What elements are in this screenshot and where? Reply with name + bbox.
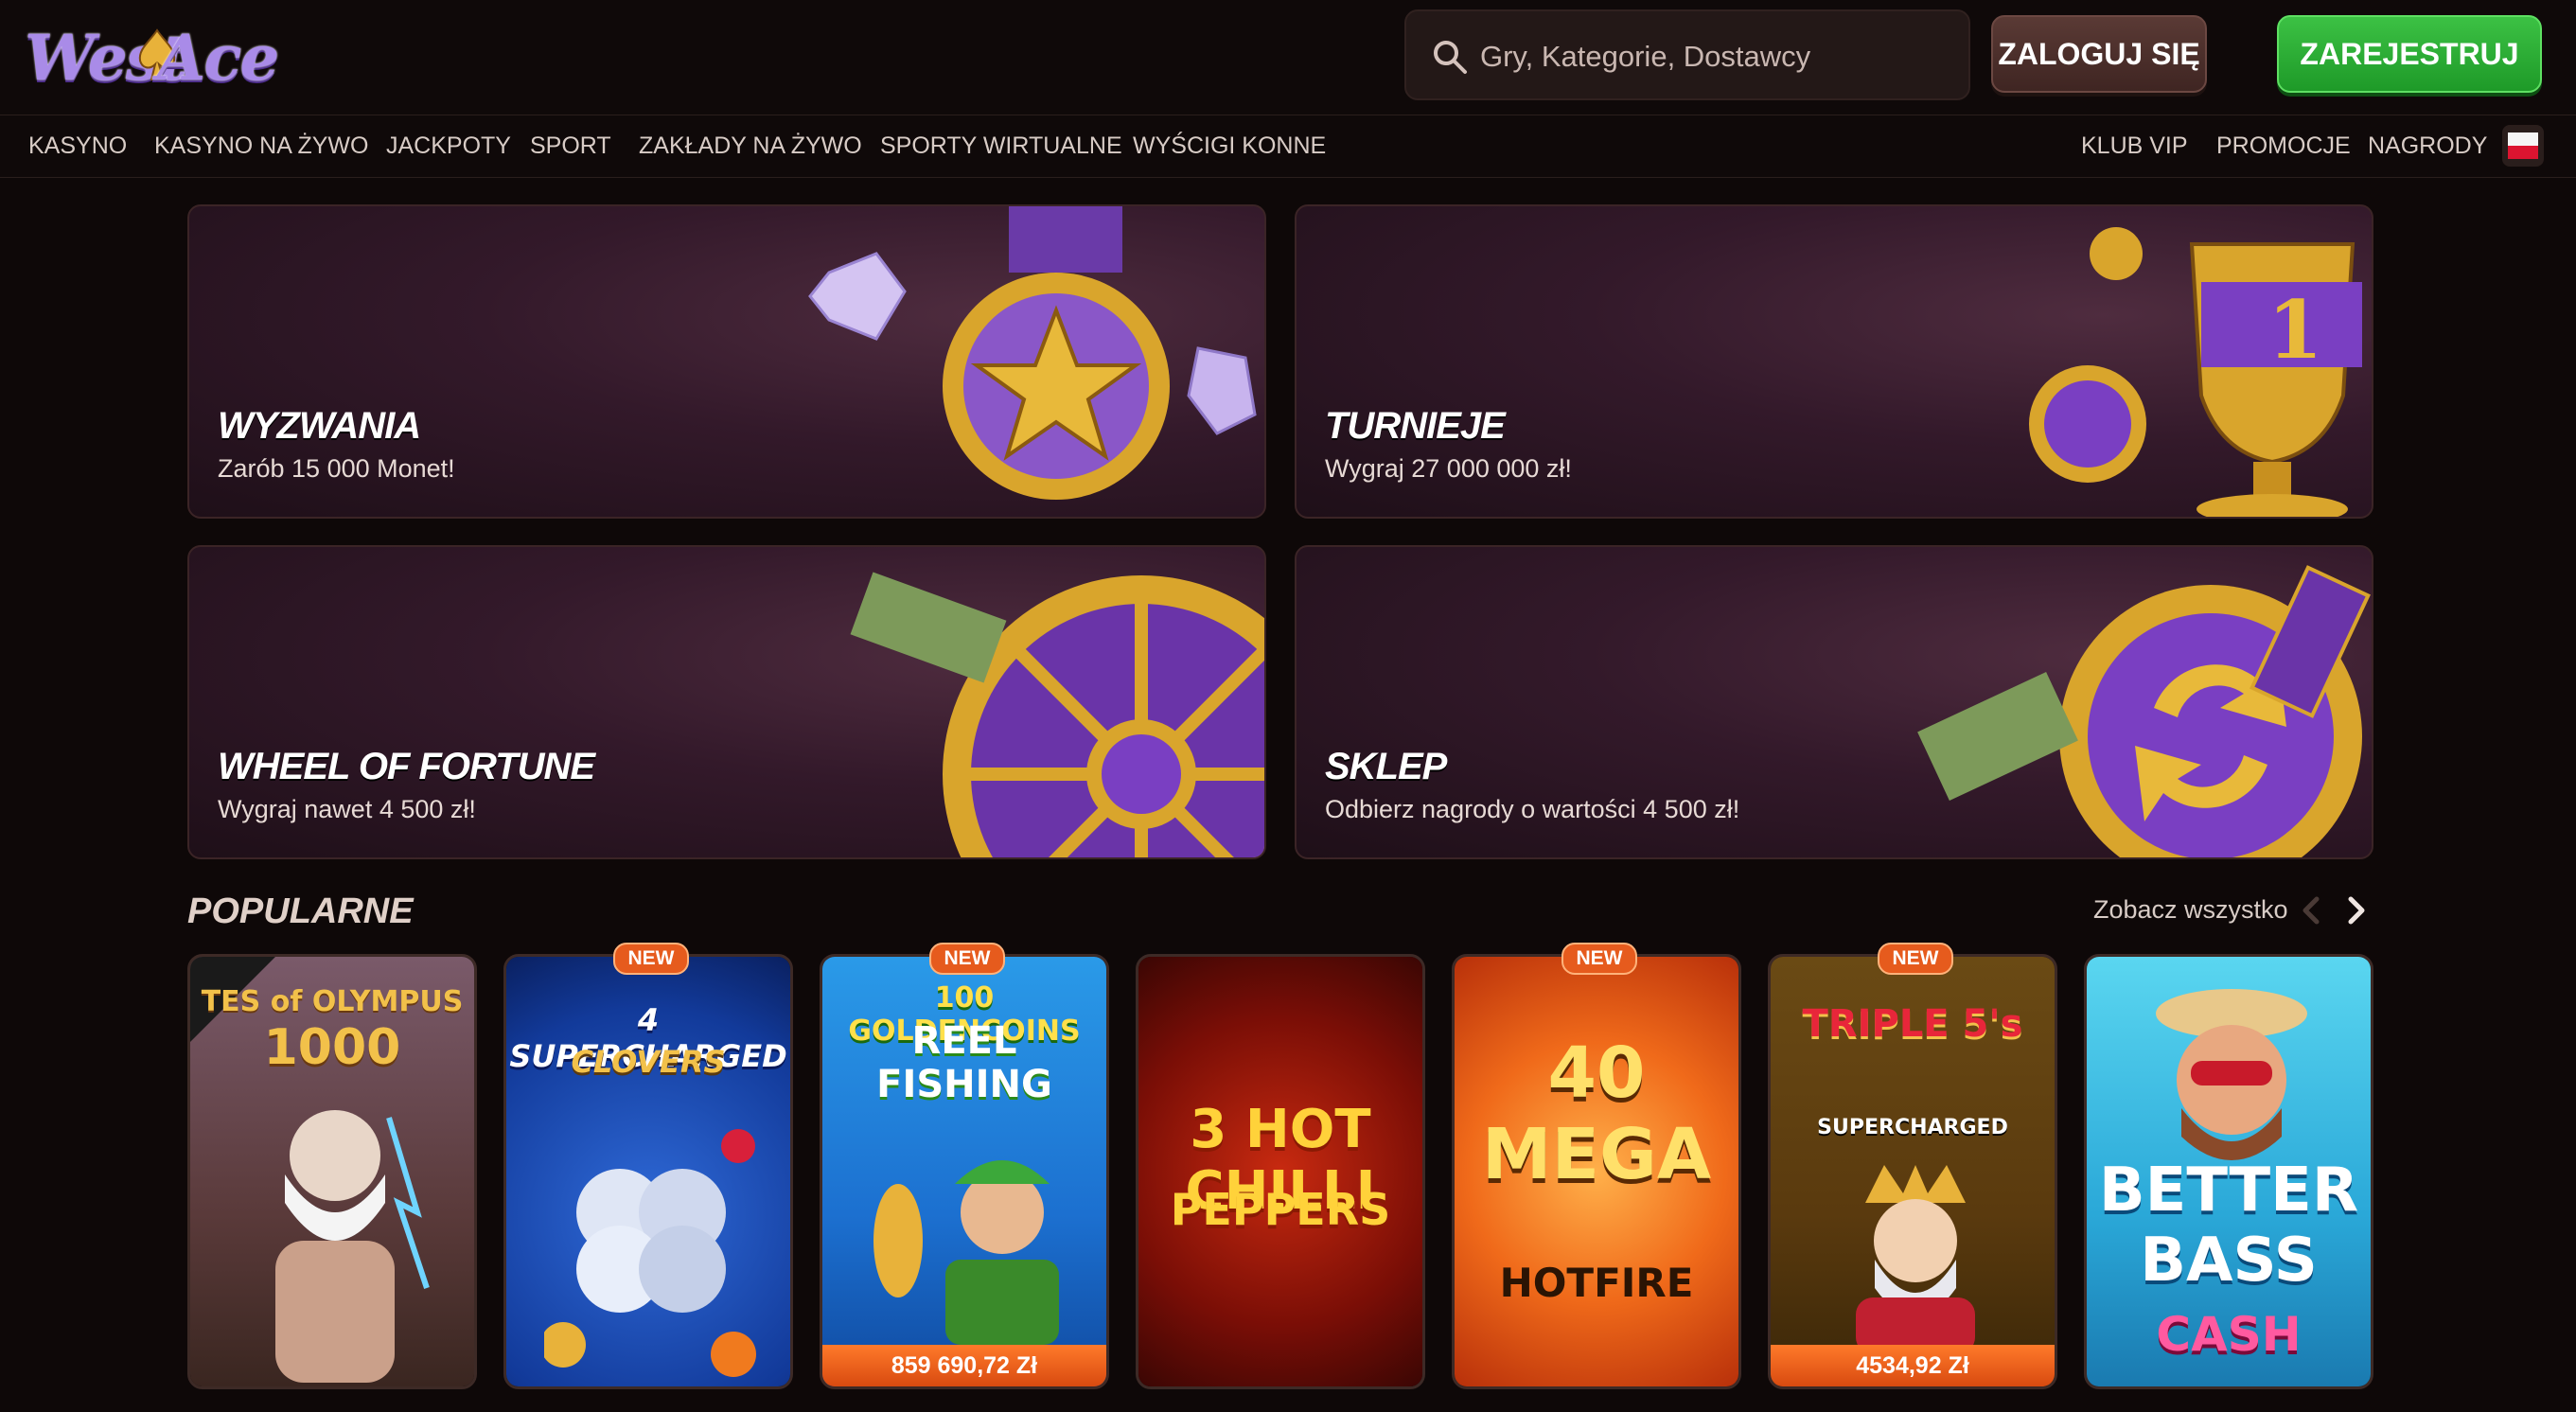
promo-title: WHEEL OF FORTUNE xyxy=(218,746,595,787)
promo-card-wyzwania[interactable]: WYZWANIA Zarób 15 000 Monet! xyxy=(187,204,1266,519)
game-tile-better-bass-cash[interactable]: BETTER BASS CASH xyxy=(2084,954,2373,1389)
language-flag-button[interactable] xyxy=(2502,125,2544,167)
game-subtitle: PEPPERS xyxy=(1170,1184,1391,1235)
diamond-clover-icon xyxy=(544,1129,756,1377)
game-tile-gates-of-olympus-1000[interactable]: TES of OLYMPUS 1000 xyxy=(187,954,477,1389)
main-nav: KASYNO KASYNO NA ŻYWO JACKPOTY SPORT ZAK… xyxy=(0,115,2576,178)
game-subtitle: CASH xyxy=(2156,1307,2302,1362)
section-title-popularne: POPULARNE xyxy=(187,891,414,931)
game-tile-40-mega-hotfire[interactable]: 40 MEGA HOTFIRE xyxy=(1452,954,1741,1389)
game-subtitle: SUPERCHARGED xyxy=(1817,1116,2008,1139)
game-subtitle: HOTFIRE xyxy=(1499,1260,1694,1306)
login-button[interactable]: ZALOGUJ SIĘ xyxy=(1991,15,2207,93)
see-all-link[interactable]: Zobacz wszystko xyxy=(2093,895,2288,925)
promo-card-sklep[interactable]: SKLEP Odbierz nagrody o wartości 4 500 z… xyxy=(1295,545,2373,859)
nav-item-klub-vip[interactable]: KLUB VIP xyxy=(2081,132,2188,160)
game-subtitle: 1000 xyxy=(263,1019,401,1076)
game-tile-100-goldencoins-reel-fishing[interactable]: 100 GOLDENCOINS REEL FISHING 859 690,72 … xyxy=(820,954,1109,1389)
new-badge: NEW xyxy=(613,943,689,975)
nav-item-zaklady-na-zywo[interactable]: ZAKŁADY NA ŻYWO xyxy=(639,132,862,160)
flag-red-stripe xyxy=(2508,146,2538,159)
game-title: BETTER BASS xyxy=(2098,1156,2359,1296)
search-icon xyxy=(1434,41,1467,74)
register-button[interactable]: ZAREJESTRUJ xyxy=(2277,15,2542,93)
logo-word-ace: Ace xyxy=(157,21,279,95)
promo-title: SKLEP xyxy=(1325,746,1447,787)
game-subtitle: CLOVERS xyxy=(571,1044,726,1080)
fisherman-icon xyxy=(873,1160,1059,1345)
carousel-prev-arrow-icon[interactable] xyxy=(2294,893,2328,927)
promo-card-wheel-of-fortune[interactable]: WHEEL OF FORTUNE Wygraj nawet 4 500 zł! xyxy=(187,545,1266,859)
game-title: TRIPLE 5's xyxy=(1802,1002,2023,1046)
nav-item-sport[interactable]: SPORT xyxy=(530,132,611,160)
game-title: 40 MEGA xyxy=(1481,1033,1712,1195)
west-ace-logo[interactable]: West Ace xyxy=(25,11,279,98)
jackpot-amount: 4534,92 Zł xyxy=(1771,1345,2055,1386)
new-badge: NEW xyxy=(929,943,1005,975)
fisherman-sunglasses-icon xyxy=(2156,989,2307,1160)
game-tile-4-supercharged-clovers[interactable]: 4 SUPERCHARGED CLOVERS xyxy=(503,954,793,1389)
promo-subtitle: Odbierz nagrody o wartości 4 500 zł! xyxy=(1325,795,1740,823)
search-box[interactable] xyxy=(1404,9,1970,100)
new-badge: NEW xyxy=(1561,943,1637,975)
trophy-icon: 1 xyxy=(2029,227,2362,517)
promo-subtitle: Wygraj 27 000 000 zł! xyxy=(1325,454,1572,483)
promo-card-turnieje[interactable]: 1 TURNIEJE Wygraj 27 000 000 zł! xyxy=(1295,204,2373,519)
game-tile-3-hot-chilli-peppers[interactable]: 3 HOT CHILLI PEPPERS xyxy=(1136,954,1425,1389)
jackpot-amount: 859 690,72 Zł xyxy=(822,1345,1106,1386)
promo-title: WYZWANIA xyxy=(218,405,421,447)
svg-text:1: 1 xyxy=(2267,283,2322,377)
flag-white-stripe xyxy=(2508,132,2538,146)
game-title: TES of OLYMPUS xyxy=(201,985,464,1018)
nav-item-sporty-wirtualne[interactable]: SPORTY WIRTUALNE xyxy=(880,132,1122,160)
game-tile-triple-5s-supercharged[interactable]: TRIPLE 5's SUPERCHARGED 4534,92 Zł xyxy=(1768,954,2057,1389)
nav-item-wyscigi-konne[interactable]: WYŚCIGI KONNE xyxy=(1133,132,1326,160)
promo-subtitle: Wygraj nawet 4 500 zł! xyxy=(218,795,476,823)
game-subtitle: REEL FISHING xyxy=(876,1019,1052,1106)
exchange-coin-icon xyxy=(1917,565,2371,857)
medal-star-icon xyxy=(808,206,1257,500)
nav-item-nagrody[interactable]: NAGRODY xyxy=(2368,132,2487,160)
search-input[interactable] xyxy=(1480,30,1953,83)
new-badge: NEW xyxy=(1878,943,1953,975)
king-icon xyxy=(1856,1165,1975,1354)
zeus-figure-icon xyxy=(275,1110,430,1383)
promo-title: TURNIEJE xyxy=(1325,405,1506,447)
wheel-icon xyxy=(850,572,1264,857)
nav-item-kasyno-na-zywo[interactable]: KASYNO NA ŻYWO xyxy=(154,132,368,160)
top-header: West Ace ZALOGUJ SIĘ ZAREJESTRUJ xyxy=(0,0,2576,115)
nav-item-promocje[interactable]: PROMOCJE xyxy=(2216,132,2351,160)
nav-item-jackpoty[interactable]: JACKPOTY xyxy=(386,132,511,160)
promo-subtitle: Zarób 15 000 Monet! xyxy=(218,454,455,483)
carousel-next-arrow-icon[interactable] xyxy=(2339,893,2373,927)
nav-item-kasyno[interactable]: KASYNO xyxy=(28,132,127,160)
